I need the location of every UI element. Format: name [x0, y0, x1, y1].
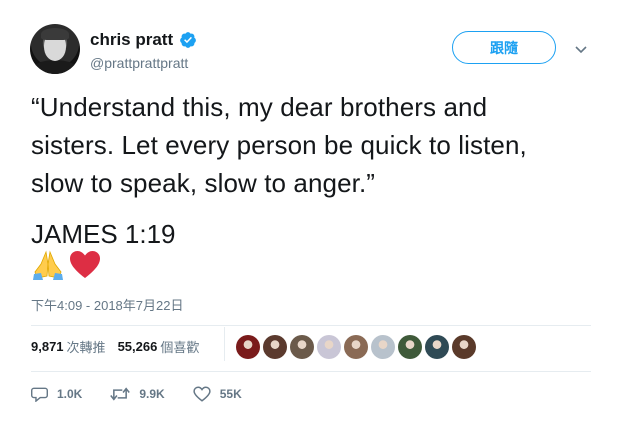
liker-avatar[interactable]	[290, 335, 314, 359]
avatar-hair	[41, 28, 69, 40]
likes-stat[interactable]: 55,266 個喜歡	[118, 337, 200, 356]
liker-avatars	[236, 335, 476, 359]
tweet-verse: JAMES 1:19	[31, 219, 176, 249]
retweet-count: 9.9K	[139, 387, 165, 401]
tweet-line: sisters. Let every person be quick to li…	[31, 130, 527, 160]
avatar-shirt	[32, 60, 78, 74]
liker-avatar[interactable]	[317, 335, 341, 359]
retweets-label: 次轉推	[66, 340, 106, 355]
liker-avatar[interactable]	[236, 335, 260, 359]
reply-button[interactable]: 1.0K	[31, 386, 82, 402]
tweet-line: slow to speak, slow to anger.”	[31, 168, 376, 198]
liker-avatar[interactable]	[425, 335, 449, 359]
retweets-count: 9,871	[31, 339, 64, 354]
engagement-stats: 9,871 次轉推 55,266 個喜歡	[31, 337, 211, 356]
follow-button[interactable]: 跟隨	[452, 31, 556, 64]
liker-avatar[interactable]	[452, 335, 476, 359]
tweet-timestamp[interactable]: 下午4:09 - 2018年7月22日	[31, 295, 183, 314]
author-handle[interactable]: @prattprattpratt	[90, 55, 188, 71]
retweet-icon	[110, 386, 131, 402]
author-avatar[interactable]	[30, 24, 80, 74]
praying-hands-emoji-icon	[31, 250, 65, 285]
stats-separator	[224, 327, 225, 361]
red-heart-emoji-icon	[69, 250, 101, 285]
author-display-name[interactable]: chris pratt	[90, 30, 173, 50]
divider	[31, 325, 591, 326]
like-count: 55K	[219, 387, 242, 401]
reply-icon	[31, 386, 48, 402]
retweet-button[interactable]: 9.9K	[110, 386, 165, 402]
tweet-line: “Understand this, my dear brothers and	[31, 92, 488, 122]
verified-badge-icon	[179, 31, 197, 49]
tweet-text: “Understand this, my dear brothers and s…	[31, 88, 591, 202]
liker-avatar[interactable]	[344, 335, 368, 359]
reply-count: 1.0K	[57, 387, 83, 401]
likes-count: 55,266	[117, 339, 158, 354]
retweets-stat[interactable]: 9,871 次轉推	[31, 337, 106, 356]
liker-avatar[interactable]	[398, 335, 422, 359]
heart-icon	[193, 386, 211, 402]
likes-label: 個喜歡	[160, 340, 200, 355]
liker-avatar[interactable]	[371, 335, 395, 359]
tweet-actions: 1.0K 9.9K 55K	[31, 386, 270, 402]
emoji-row	[31, 250, 101, 285]
divider	[31, 371, 591, 372]
liker-avatar[interactable]	[263, 335, 287, 359]
chevron-down-icon[interactable]	[574, 42, 588, 54]
like-button[interactable]: 55K	[193, 386, 242, 402]
author-name-row: chris pratt	[90, 30, 197, 50]
